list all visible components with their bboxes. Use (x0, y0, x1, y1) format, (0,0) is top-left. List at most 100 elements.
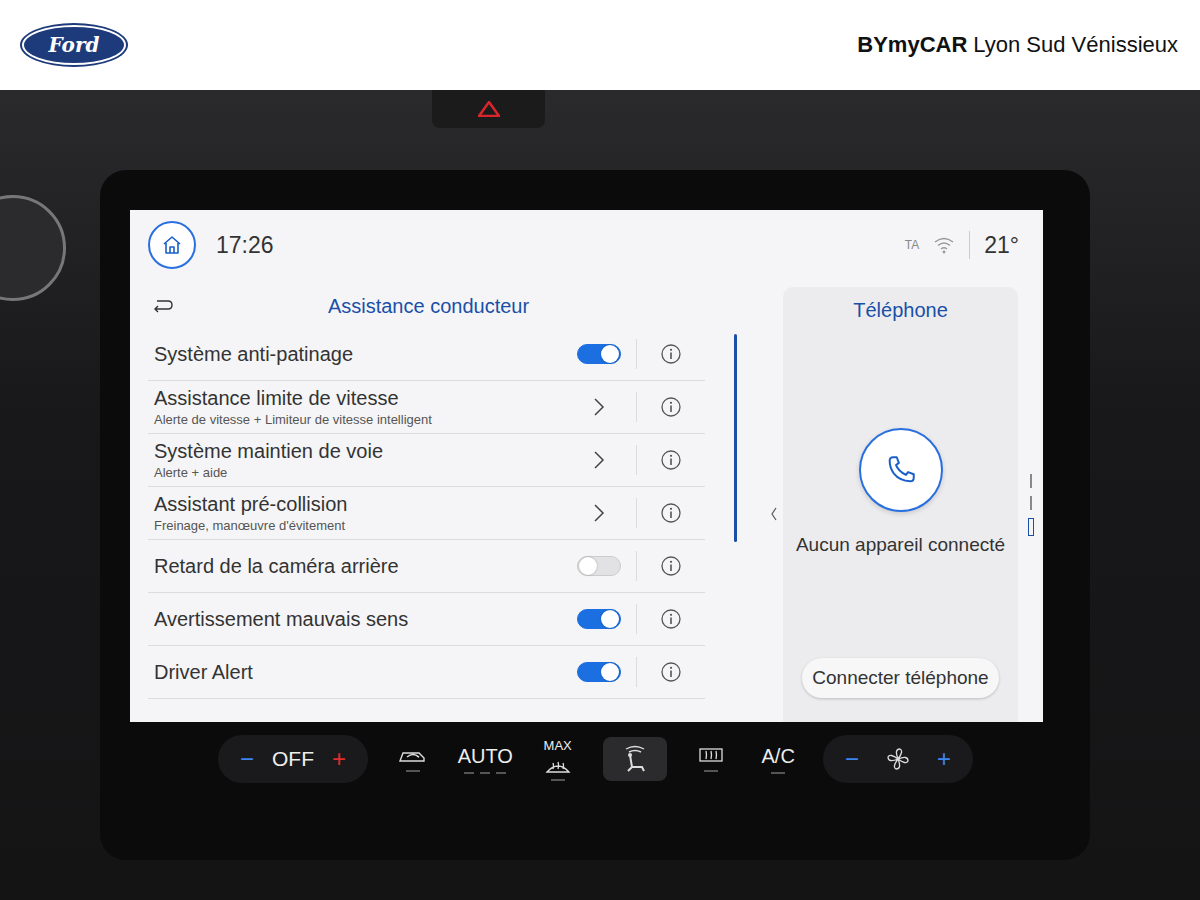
setting-label: Driver Alert (154, 661, 556, 684)
hazard-icon (478, 101, 500, 117)
seat-climate-button[interactable] (603, 737, 667, 781)
info-button[interactable] (637, 661, 705, 683)
indicator (771, 772, 785, 774)
panel-header: Assistance conducteur (148, 284, 705, 328)
seat-fan-icon (620, 743, 650, 775)
info-icon (660, 396, 682, 418)
home-button[interactable] (148, 221, 196, 269)
info-icon (660, 502, 682, 524)
defrost-icon (544, 757, 572, 775)
setting-label: Système maintien de voie (154, 440, 556, 463)
row-divider (636, 551, 637, 581)
setting-control (562, 397, 636, 417)
setting-row[interactable]: Retard de la caméra arrière (148, 540, 705, 593)
dealer-name: BYmyCARLyon Sud Vénissieux (857, 32, 1178, 58)
rear-defrost-button[interactable] (689, 746, 733, 772)
indicator (551, 779, 565, 781)
row-divider (636, 604, 637, 634)
indicator (464, 772, 506, 774)
rear-defrost-icon (697, 746, 725, 766)
temp-down-button[interactable]: − (240, 745, 254, 773)
content: Assistance conducteur Système anti-patina… (130, 280, 1043, 722)
setting-text: Driver Alert (148, 657, 562, 688)
ac-button[interactable]: A/C (756, 745, 800, 774)
back-button[interactable] (148, 299, 182, 313)
setting-text: Retard de la caméra arrière (148, 551, 562, 582)
ta-indicator: TA (905, 238, 919, 252)
setting-control (562, 503, 636, 523)
setting-label: Système anti-patinage (154, 343, 556, 366)
settings-list: Système anti-patinage Assistance limite d… (148, 328, 705, 699)
info-button[interactable] (637, 502, 705, 524)
row-divider (636, 392, 637, 422)
indicator (406, 770, 420, 772)
info-icon (660, 449, 682, 471)
temp-up-button[interactable]: + (332, 745, 346, 773)
temperature-control: −OFF+ (218, 735, 368, 783)
recirculation-icon (397, 746, 429, 766)
setting-row[interactable]: Avertissement mauvais sens (148, 593, 705, 646)
scroll-area (705, 284, 765, 722)
fan-down-button[interactable]: − (845, 745, 859, 773)
max-label: MAX (544, 738, 572, 753)
info-button[interactable] (637, 555, 705, 577)
toggle-knob (601, 663, 619, 681)
hazard-button[interactable] (432, 90, 545, 128)
toggle-switch[interactable] (577, 344, 621, 364)
logo-text: Ford (49, 33, 100, 57)
fan-up-button[interactable]: + (937, 745, 951, 773)
setting-label: Assistance limite de vitesse (154, 387, 556, 410)
indicator (704, 770, 718, 772)
ford-logo: Ford (22, 25, 126, 65)
row-divider (636, 498, 637, 528)
setting-text: Assistance limite de vitesseAlerte de vi… (148, 383, 562, 431)
setting-control (562, 450, 636, 470)
auto-button[interactable]: AUTO (458, 745, 513, 774)
setting-label: Assistant pré-collision (154, 493, 556, 516)
info-button[interactable] (637, 396, 705, 418)
outside-temperature: 21° (984, 232, 1019, 259)
setting-row[interactable]: Assistant pré-collision Freinage, manœuvr… (148, 487, 705, 540)
toggle-switch[interactable] (577, 556, 621, 576)
scrollbar[interactable] (734, 334, 737, 542)
back-arrow-icon (152, 299, 174, 313)
setting-row[interactable]: Driver Alert (148, 646, 705, 699)
setting-text: Système maintien de voieAlerte + aide (148, 436, 562, 484)
info-button[interactable] (637, 449, 705, 471)
setting-row[interactable]: Système anti-patinage (148, 328, 705, 381)
setting-row[interactable]: Assistance limite de vitesseAlerte de vi… (148, 381, 705, 434)
setting-sublabel: Freinage, manœuvre d'évitement (154, 518, 556, 533)
info-button[interactable] (637, 608, 705, 630)
setting-text: Système anti-patinage (148, 339, 562, 370)
toggle-switch[interactable] (577, 662, 621, 682)
max-defrost-button[interactable]: MAX (536, 738, 580, 781)
start-stop-button[interactable] (0, 195, 66, 301)
setting-text: Avertissement mauvais sens (148, 604, 562, 635)
info-button[interactable] (637, 343, 705, 365)
info-icon (660, 343, 682, 365)
toggle-switch[interactable] (577, 609, 621, 629)
phone-panel: TéléphoneAucun appareil connectéConnecte… (783, 287, 1018, 722)
info-icon (660, 661, 682, 683)
row-divider (636, 657, 637, 687)
recirculation-button[interactable] (391, 746, 435, 772)
setting-control (562, 344, 636, 364)
auto-label: AUTO (458, 745, 513, 768)
setting-row[interactable]: Système maintien de voieAlerte + aide (148, 434, 705, 487)
page-dot (1030, 474, 1032, 488)
phone-button[interactable] (859, 428, 943, 512)
setting-label: Retard de la caméra arrière (154, 555, 556, 578)
panel-title: Assistance conducteur (182, 295, 705, 318)
car-dashboard: 17:26 TA 21° Assistance conducteur Système a… (0, 90, 1200, 900)
connect-phone-button[interactable]: Connecter téléphone (802, 658, 998, 698)
page-dot (1030, 496, 1032, 510)
divider (969, 231, 970, 259)
collapse-button[interactable] (765, 284, 783, 722)
clock: 17:26 (216, 232, 274, 259)
ac-label: A/C (762, 745, 795, 768)
phone-icon (884, 453, 918, 487)
status-icons: TA 21° (905, 231, 1025, 259)
info-icon (660, 608, 682, 630)
setting-control (562, 662, 636, 682)
display: 17:26 TA 21° Assistance conducteur Système a… (130, 210, 1043, 722)
